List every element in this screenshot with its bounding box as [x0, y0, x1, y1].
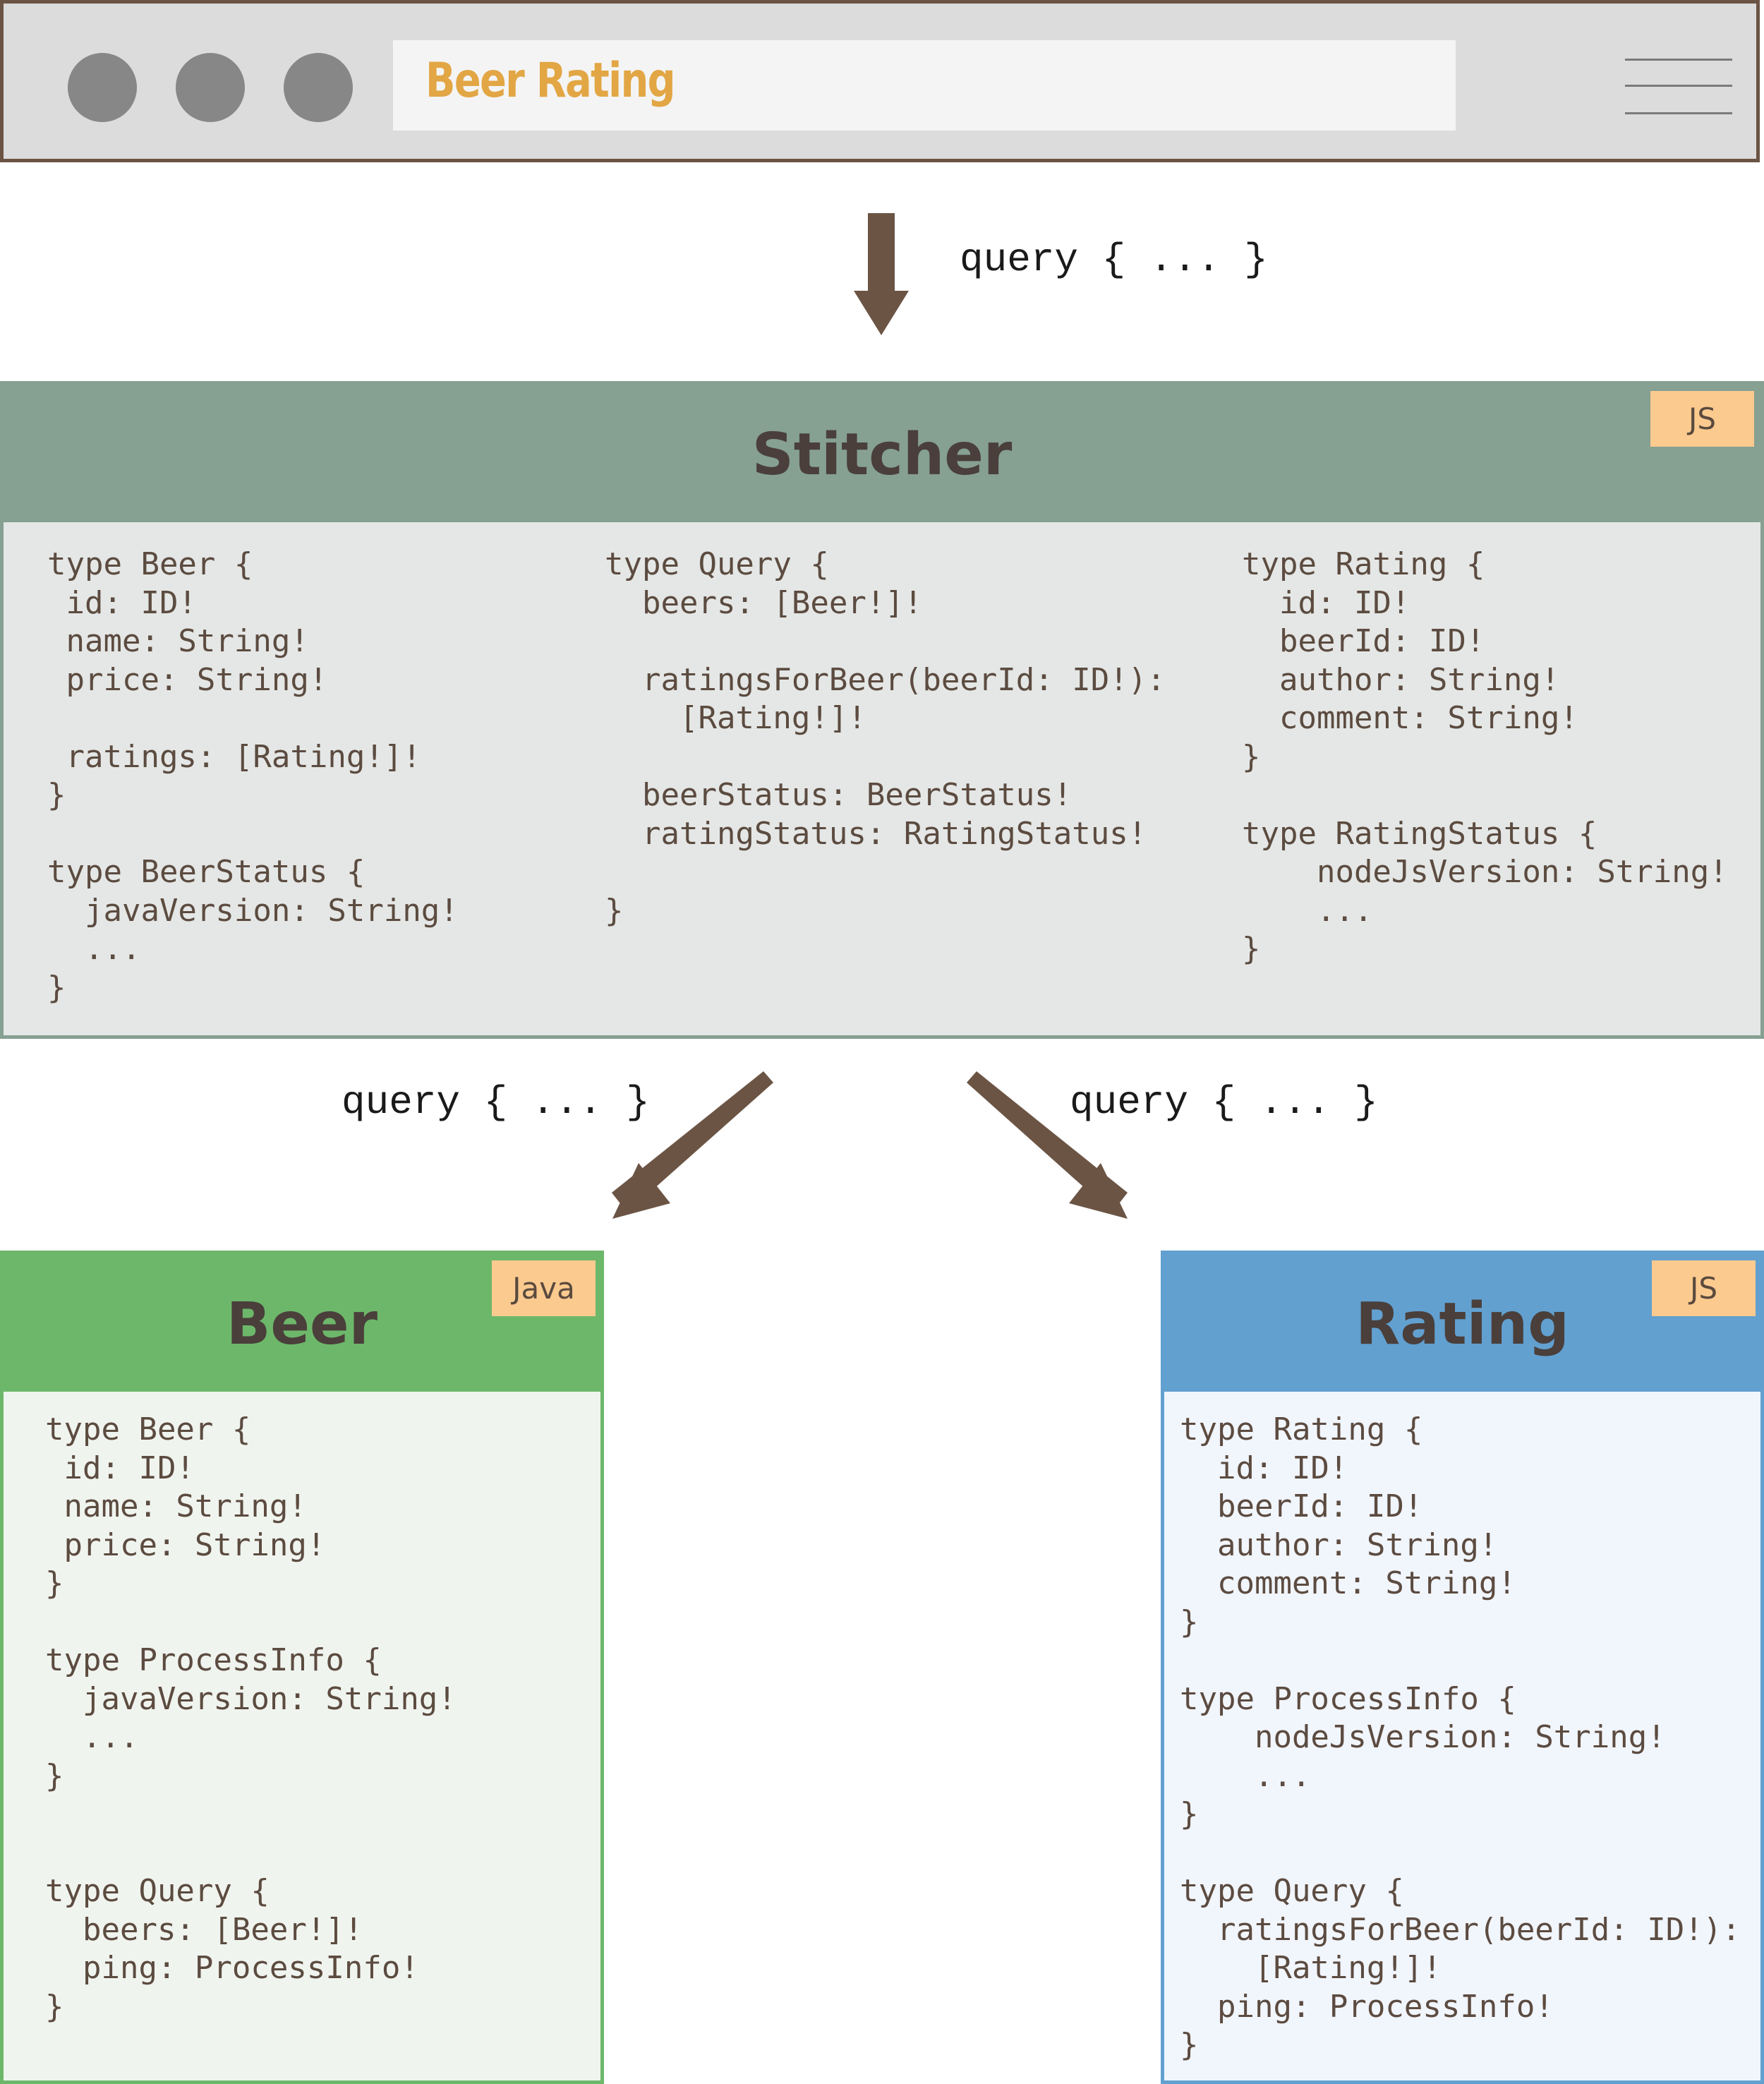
query-label-rating: query { ... }	[1070, 1080, 1378, 1125]
language-tag: JS	[1650, 391, 1754, 447]
window-control-dot	[176, 53, 245, 122]
beer-header: Beer Java	[4, 1254, 600, 1392]
query-label-beer: query { ... }	[342, 1080, 650, 1125]
app-title: Beer Rating	[425, 53, 676, 109]
beer-service-panel: Beer Java type Beer { id: ID! name: Stri…	[0, 1251, 604, 2084]
language-tag: Java	[492, 1260, 596, 1316]
stitcher-title: Stitcher	[751, 421, 1013, 488]
hamburger-menu-icon[interactable]	[1619, 53, 1738, 120]
window-control-dot	[68, 53, 137, 122]
rating-schema: type Rating { id: ID! beerId: ID! author…	[1180, 1411, 1741, 2063]
rating-header: Rating JS	[1164, 1254, 1760, 1392]
stitcher-panel: Stitcher JS type Beer { id: ID! name: St…	[0, 381, 1764, 1039]
stitcher-schema-types: type Beer { id: ID! name: String! price:…	[47, 546, 459, 1006]
window-control-dot	[284, 53, 353, 122]
beer-schema: type Beer { id: ID! name: String! price:…	[45, 1411, 457, 2025]
rating-service-panel: Rating JS type Rating { id: ID! beerId: …	[1161, 1251, 1764, 2084]
language-tag: JS	[1652, 1260, 1756, 1316]
stitcher-schema-query: type Query { beers: [Beer!]! ratingsForB…	[605, 546, 1166, 929]
query-label-client: query { ... }	[960, 237, 1268, 282]
stitcher-header: Stitcher JS	[4, 385, 1760, 522]
browser-window: Beer Rating	[0, 0, 1760, 162]
arrow-down-icon	[854, 213, 909, 335]
stitcher-schema-rating: type Rating { id: ID! beerId: ID! author…	[1242, 546, 1728, 967]
address-bar[interactable]: Beer Rating	[393, 40, 1456, 131]
